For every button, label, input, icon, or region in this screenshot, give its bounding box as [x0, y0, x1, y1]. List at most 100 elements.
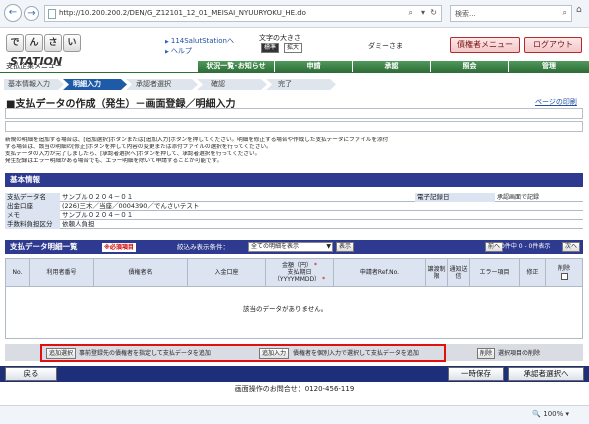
font-large-button[interactable]: 拡大 — [284, 43, 303, 53]
logo-tile: さ — [44, 34, 62, 52]
table-body — [5, 287, 583, 339]
step-confirm: 確認 — [197, 79, 267, 90]
logo-tile: い — [63, 34, 81, 52]
error-area — [5, 121, 583, 132]
search-icon[interactable]: ⌕ — [409, 8, 413, 18]
zoom-icon: 🔍 — [532, 410, 544, 418]
info-row: 支払データ名 サンプル０２０４－０１ 電子記録日 承認画面で記録 — [5, 193, 583, 202]
search-icon[interactable]: ⌕ — [563, 8, 567, 18]
info-value: 承認画面で記録 — [497, 194, 540, 201]
info-key: 出金口座 — [5, 202, 60, 211]
back-arrow-icon[interactable]: ← — [4, 4, 22, 22]
table-header: No. 利用者番号 債権者名 入金口座 金額（円） * 支払期日（YYYYMMD… — [5, 258, 583, 287]
next-page-button[interactable]: 次へ — [562, 242, 581, 252]
instruction-line: 支払データの入力が完了しましたら、[承認者選択へ]ボタンを押して、承認者選択を行… — [5, 151, 261, 157]
select-all-checkbox[interactable] — [560, 273, 568, 280]
next-approver-button[interactable]: 承認者選択へ — [508, 367, 584, 381]
creditor-menu-button[interactable]: 債権者メニュー — [450, 37, 520, 53]
logo-tile: で — [6, 34, 24, 52]
logout-button[interactable]: ログアウト — [524, 37, 582, 53]
delete-button[interactable]: 削除 — [477, 348, 496, 359]
col-amount-due: 金額（円） * 支払期日（YYYYMMDD） * — [266, 259, 334, 286]
temp-save-button[interactable]: 一時保存 — [448, 367, 504, 381]
salut-station-link[interactable]: 114SalutStationへ — [165, 36, 234, 46]
instruction-line: する場合は、該当の明細の[修正]ボタンを押して内容の変更または添付ファイルの選択… — [5, 144, 272, 150]
densai-station-logo: でんさいSTATION — [6, 34, 124, 68]
contact-footer: 画面操作のお問合せ：0120-456-119 — [234, 385, 355, 393]
col-ref-no: 申請者Ref.No. — [334, 259, 426, 286]
display-button[interactable]: 表示 — [336, 242, 355, 252]
home-icon[interactable]: ⌂ — [576, 5, 582, 15]
info-key: 支払データ名 — [5, 193, 60, 202]
user-name: ダミーさま — [368, 42, 403, 50]
tab-application[interactable]: 申請 — [274, 61, 352, 72]
col-delete-label: 削除 — [557, 265, 570, 272]
step-approver-select: 承認者選択 — [126, 79, 198, 90]
tab-approval[interactable]: 承認 — [352, 61, 430, 72]
info-row: メモ サンプル０２０４－０１ — [5, 211, 583, 220]
info-value: サンプル０２０４－０１ — [62, 193, 134, 201]
browser-search-placeholder: 検索... — [455, 10, 476, 18]
col-amount-label: 金額（円） — [282, 262, 313, 269]
col-due-date-label: 支払期日（YYYYMMDD） — [273, 269, 321, 283]
chevron-down-icon: ▼ — [326, 243, 331, 250]
info-value: (226)三木／当座／0004390／でんさいテスト — [62, 202, 200, 210]
dropdown-icon[interactable]: ▾ — [421, 8, 425, 17]
nav-divider — [0, 72, 589, 73]
col-error-item: エラー項目 — [470, 259, 520, 286]
col-deposit-account: 入金口座 — [188, 259, 266, 286]
info-key: 手数料負担区分 — [5, 220, 60, 229]
info-row: 出金口座 (226)三木／当座／0004390／でんさいテスト — [5, 202, 583, 211]
info-key: 電子記録日 — [415, 193, 495, 202]
zoom-level[interactable]: 🔍 100% ▾ — [532, 410, 569, 418]
page-icon — [48, 9, 56, 19]
highlight-frame — [40, 344, 446, 362]
col-delete: 削除 — [546, 259, 582, 286]
col-creditor-name: 債権者名 — [94, 259, 188, 286]
info-value: サンプル０２０４－０１ — [62, 211, 134, 219]
info-value: 依頼人負担 — [62, 220, 95, 228]
instructions: 新規の明細を追加する場合は、[追加選択]ボタンまたは[追加入力]ボタンを押してく… — [5, 137, 583, 165]
col-transfer-restriction: 譲渡制限 — [426, 259, 448, 286]
back-button[interactable]: 戻る — [5, 367, 57, 381]
step-complete: 完了 — [266, 79, 336, 90]
info-key: メモ — [5, 211, 60, 220]
url-text: http://10.200.200.2/DEN/G_Z12101_12_01_M… — [59, 9, 306, 17]
font-size-label: 文字の大きさ — [259, 34, 301, 42]
print-page-link[interactable]: ページの印刷 — [535, 97, 577, 107]
col-user-number: 利用者番号 — [30, 259, 94, 286]
col-amount: 金額（円） * — [282, 262, 317, 269]
detail-list-heading: 支払データ明細一覧 — [10, 242, 78, 251]
logo-tile: ん — [25, 34, 43, 52]
address-bar[interactable]: http://10.200.200.2/DEN/G_Z12101_12_01_M… — [44, 5, 442, 22]
info-row: 手数料負担区分 依頼人負担 — [5, 220, 583, 229]
instruction-line: 新規の明細を追加する場合は、[追加選択]ボタンまたは[追加入力]ボタンを押してく… — [5, 137, 389, 143]
font-standard-button[interactable]: 標準 — [261, 43, 280, 53]
zoom-value: 100% — [543, 410, 564, 418]
browser-statusbar — [0, 405, 589, 424]
tab-management[interactable]: 管理 — [508, 61, 589, 72]
refresh-icon[interactable]: ↻ — [430, 8, 437, 17]
instruction-line: 発生記録はエラー明細がある場合でも、エラー明細を除いて申請することが可能です。 — [5, 158, 223, 164]
message-area — [5, 108, 583, 119]
col-notification: 通知送信 — [448, 259, 470, 286]
step-basic-info: 基本情報入力 — [4, 79, 64, 90]
delete-description: 選択項目の削除 — [498, 350, 541, 357]
filter-select[interactable]: 全ての明細を表示 ▼ — [248, 242, 333, 252]
required-badge: ※必須項目 — [102, 243, 136, 252]
detail-list-header: 支払データ明細一覧 ※必須項目 絞込み表示条件： 全ての明細を表示 ▼ 表示 前へ… — [5, 240, 583, 254]
col-edit: 修正 — [520, 259, 546, 286]
basic-info-heading: 基本情報 — [5, 173, 583, 187]
forward-arrow-icon[interactable]: → — [24, 6, 39, 21]
help-link[interactable]: ヘルプ — [165, 46, 192, 56]
menu-label: 支払企業メニュー — [6, 62, 62, 70]
filter-label: 絞込み表示条件： — [177, 243, 229, 251]
tab-status-news[interactable]: 状況一覧･お知らせ — [197, 61, 274, 72]
record-count: 0件中 0 - 0件表示 — [501, 243, 551, 250]
col-due-date: 支払期日（YYYYMMDD） * — [273, 269, 326, 283]
col-no: No. — [6, 259, 30, 286]
tab-inquiry[interactable]: 照会 — [430, 61, 508, 72]
step-detail-input: 明細入力 — [63, 79, 127, 90]
browser-search-box[interactable]: 検索... ⌕ — [450, 5, 572, 22]
filter-value: 全ての明細を表示 — [251, 243, 300, 250]
